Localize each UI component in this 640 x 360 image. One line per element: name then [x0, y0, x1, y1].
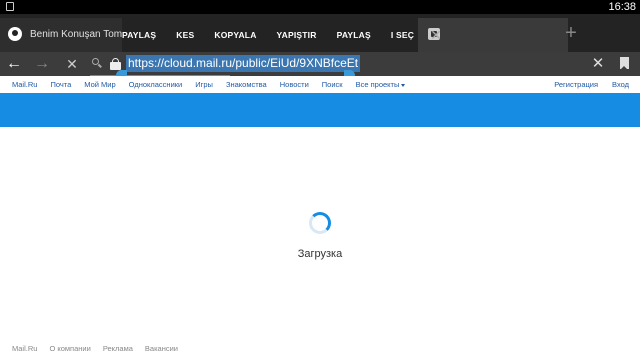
back-arrow-icon[interactable]: ←: [0, 52, 28, 76]
search-icon: [92, 58, 99, 65]
paste-action[interactable]: YAPIŞTIR: [267, 18, 327, 52]
nav-link-mailru[interactable]: Mail.Ru: [12, 76, 37, 93]
status-bar: 16:38: [0, 0, 640, 14]
tab-active[interactable]: Benim Konuşan Tomu: [0, 18, 122, 52]
url-field[interactable]: https://cloud.mail.ru/public/EiUd/9XNBfc…: [126, 55, 361, 72]
loading-text: Загрузка: [297, 248, 343, 260]
nav-link-mail[interactable]: Почта: [50, 76, 71, 93]
select-all-action[interactable]: I SEÇ: [381, 18, 424, 52]
copy-action[interactable]: KOPYALA: [204, 18, 266, 52]
footer-link-mailru[interactable]: Mail.Ru: [12, 344, 37, 353]
nav-link-all-projects[interactable]: Все проекты: [356, 76, 406, 93]
share-action-2[interactable]: PAYLAŞ: [327, 18, 381, 52]
chevron-down-icon: [401, 83, 406, 87]
all-projects-label: Все проекты: [355, 80, 400, 89]
share-action[interactable]: PAYLAŞ: [112, 18, 166, 52]
nav-link-my-world[interactable]: Мой Мир: [84, 76, 115, 93]
footer: Mail.Ru О компании Реклама Вакансии: [12, 344, 190, 353]
bookmark-icon[interactable]: [620, 57, 629, 70]
portal-nav: Mail.Ru Почта Мой Мир Одноклассники Игры…: [0, 76, 640, 93]
nav-link-odnoklassniki[interactable]: Одноклассники: [129, 76, 183, 93]
clock: 16:38: [608, 1, 636, 13]
cloud-header-bar: [0, 93, 640, 127]
login-link[interactable]: Вход: [612, 76, 629, 93]
app-favicon-icon: [8, 27, 22, 41]
new-tab-button[interactable]: +: [560, 20, 582, 46]
register-link[interactable]: Регистрация: [554, 76, 598, 93]
footer-link-jobs[interactable]: Вакансии: [145, 344, 178, 353]
forward-arrow-icon[interactable]: →: [28, 52, 56, 76]
footer-link-about[interactable]: О компании: [49, 344, 90, 353]
nav-link-games[interactable]: Игры: [195, 76, 213, 93]
url-toolbar: ← → ✕ https://cloud.mail.ru/public/EiUd/…: [0, 52, 640, 81]
tab-title: Benim Konuşan Tomu: [30, 29, 122, 40]
nav-link-search[interactable]: Поиск: [322, 76, 343, 93]
stop-loading-icon[interactable]: ✕: [58, 52, 86, 76]
cut-action[interactable]: KES: [166, 18, 204, 52]
footer-link-ads[interactable]: Реклама: [103, 344, 133, 353]
nav-link-news[interactable]: Новости: [280, 76, 309, 93]
lock-icon: [110, 58, 121, 70]
nav-link-dating[interactable]: Знакомства: [226, 76, 267, 93]
clear-url-icon[interactable]: ✕: [584, 52, 612, 76]
loading-spinner-icon: [309, 212, 331, 234]
notification-icon: [6, 2, 14, 11]
selection-action-bar: PAYLAŞ KES KOPYALA YAPIŞTIR PAYLAŞ I SEÇ…: [112, 18, 448, 52]
close-action-bar-icon[interactable]: ✕: [424, 18, 448, 52]
